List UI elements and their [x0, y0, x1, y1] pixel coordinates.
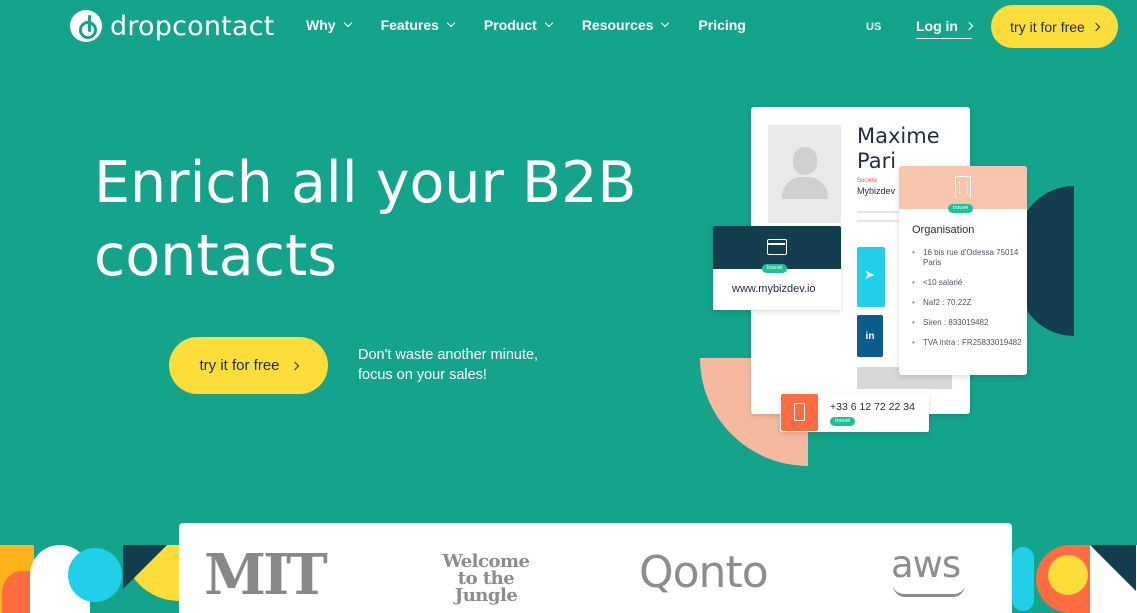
browser-icon	[767, 239, 787, 255]
menu-label: Why	[306, 17, 336, 33]
decorative-shapes-right	[1012, 545, 1137, 613]
menu-label: Features	[380, 17, 439, 33]
hero-title-line-2: contacts	[94, 223, 338, 289]
found-badge: trouvé	[830, 417, 856, 426]
customer-logos-strip: MIT Welcome to the Jungle Qonto aws	[179, 523, 1012, 613]
hero-subtitle: Don't waste another minute, focus on you…	[358, 345, 578, 385]
nav-cta-label: try it for free	[1010, 18, 1085, 35]
org-detail-item: Naf2 : 70.22Z	[912, 298, 1022, 308]
found-badge: trouvé	[762, 264, 788, 273]
website-text: www.mybizdev.io	[732, 283, 816, 295]
decorative-navy-triangle	[123, 545, 167, 589]
nav-try-free-button[interactable]: try it for free	[991, 5, 1118, 48]
mit-logo: MIT	[204, 542, 328, 608]
login-link[interactable]: Log in	[916, 18, 974, 39]
organisation-card: trouvé Organisation 16 bis rue d'Odessa …	[899, 166, 1027, 375]
organisation-details: 16 bis rue d'Odessa 75014 Paris <10 sala…	[912, 248, 1022, 358]
chevron-right-icon	[964, 21, 974, 31]
hero-subtitle-line-1: Don't waste another minute,	[358, 347, 539, 363]
company-value: Mybizdev	[857, 186, 896, 196]
aws-logo: aws	[891, 543, 961, 586]
hero-cta-label: try it for free	[199, 357, 280, 374]
phone-card: +33 6 12 72 22 34 trouvé	[780, 393, 929, 432]
logo-text: dropcontact	[110, 10, 275, 42]
avatar-body	[782, 177, 828, 199]
hero-title: Enrich all your B2B contacts	[94, 147, 654, 293]
contact-first-name: Maxime	[857, 124, 940, 148]
menu-item-features[interactable]: Features	[380, 17, 456, 33]
menu-label: Resources	[581, 17, 654, 33]
org-detail-item: TVA intra : FR25833019482	[912, 338, 1022, 348]
website-card-header	[713, 226, 841, 269]
wttj-line-2: to the Jungle	[454, 568, 518, 606]
decorative-cyan-pill	[1012, 547, 1034, 611]
organisation-card-header	[899, 166, 1027, 209]
qonto-logo: Qonto	[639, 547, 769, 598]
building-icon	[955, 176, 971, 198]
organisation-title: Organisation	[912, 224, 975, 236]
avatar-head	[793, 147, 817, 175]
logo[interactable]: dropcontact	[70, 10, 275, 42]
decorative-yellow-circle	[1048, 555, 1088, 595]
hero-illustration: Maxime Pari Société Mybizdev in trouvé w…	[700, 100, 1137, 480]
decorative-shapes-left	[0, 545, 180, 613]
chevron-down-icon	[446, 18, 456, 28]
found-badge: trouvé	[948, 204, 974, 213]
login-label: Log in	[916, 18, 958, 34]
hero-title-line-1: Enrich all your B2B	[94, 150, 637, 216]
company-label: Société	[857, 178, 878, 184]
top-nav: dropcontact Why Features Product Resourc…	[0, 0, 1137, 54]
chevron-right-icon	[1091, 22, 1101, 31]
org-detail-item: Siren : 833019482	[912, 318, 1022, 328]
org-detail-item: 16 bis rue d'Odessa 75014 Paris	[912, 248, 1022, 268]
decorative-cyan-circle	[68, 548, 122, 602]
website-card: trouvé www.mybizdev.io	[713, 226, 841, 310]
welcome-to-the-jungle-logo: Welcome to the Jungle	[428, 553, 544, 606]
phone-number: +33 6 12 72 22 34	[830, 401, 915, 413]
menu-item-product[interactable]: Product	[483, 17, 554, 33]
menu-item-why[interactable]: Why	[306, 17, 352, 33]
decorative-navy-triangle	[1090, 545, 1136, 591]
menu-item-pricing[interactable]: Pricing	[698, 17, 745, 33]
org-detail-item: <10 salarié	[912, 278, 1022, 288]
chevron-down-icon	[343, 18, 352, 28]
menu-label: Pricing	[698, 17, 746, 33]
phone-icon	[781, 394, 818, 431]
menu-item-resources[interactable]: Resources	[581, 17, 670, 33]
avatar-placeholder-icon	[768, 125, 841, 223]
hero-subtitle-line-2: focus on your sales!	[358, 367, 487, 383]
send-icon	[857, 247, 885, 307]
main-menu: Why Features Product Resources Pricing	[306, 17, 776, 33]
chevron-down-icon	[661, 18, 670, 28]
dropcontact-logo-icon	[70, 10, 102, 42]
hero-try-free-button[interactable]: try it for free	[169, 337, 328, 394]
language-selector[interactable]: US	[866, 21, 881, 33]
linkedin-icon: in	[857, 315, 883, 357]
chevron-down-icon	[544, 18, 554, 28]
aws-smile-icon	[893, 585, 965, 597]
chevron-right-icon	[290, 361, 299, 370]
menu-label: Product	[483, 17, 537, 33]
